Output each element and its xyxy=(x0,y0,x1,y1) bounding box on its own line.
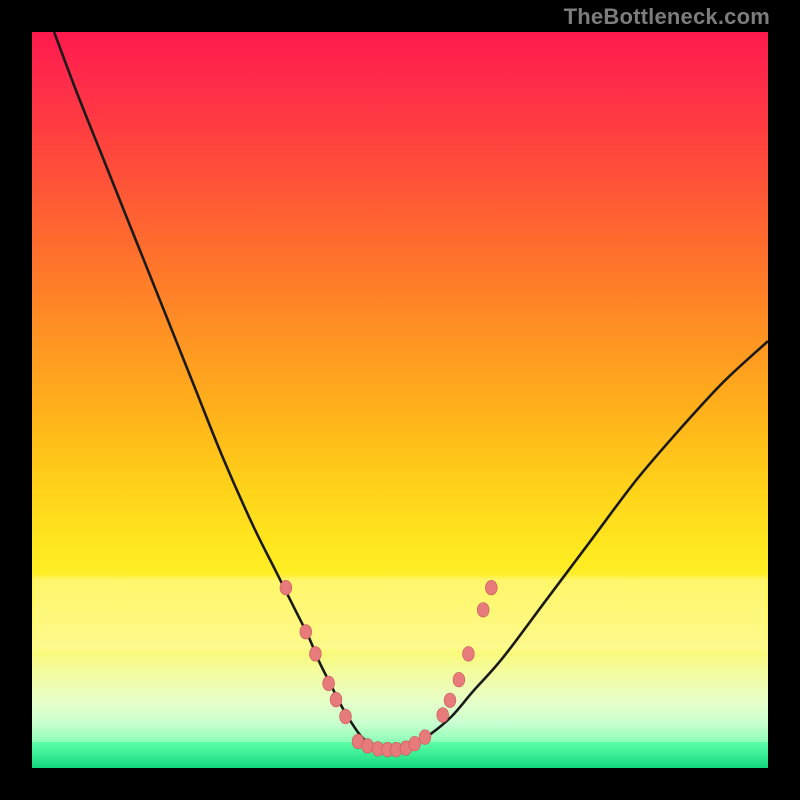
curve-dot xyxy=(340,709,352,724)
chart-stage: TheBottleneck.com xyxy=(0,0,800,800)
curve-dot xyxy=(280,580,292,595)
bottleneck-curve xyxy=(54,32,768,750)
curve-dot xyxy=(409,736,421,751)
curve-dot xyxy=(419,730,431,745)
watermark-text: TheBottleneck.com xyxy=(564,4,770,30)
curve-dot xyxy=(463,647,475,662)
plot-area xyxy=(32,32,768,768)
curve-dot xyxy=(323,676,335,691)
curve-dot xyxy=(437,708,449,723)
curve-dot xyxy=(330,692,342,707)
curve-dot xyxy=(300,625,312,640)
curve-dot xyxy=(362,739,374,754)
curve-dot xyxy=(485,580,497,595)
curve-svg xyxy=(32,32,768,768)
curve-dot xyxy=(310,647,322,662)
dot-markers xyxy=(280,580,497,756)
curve-dot xyxy=(453,672,465,687)
curve-dot xyxy=(444,693,456,708)
curve-dot xyxy=(477,603,489,618)
